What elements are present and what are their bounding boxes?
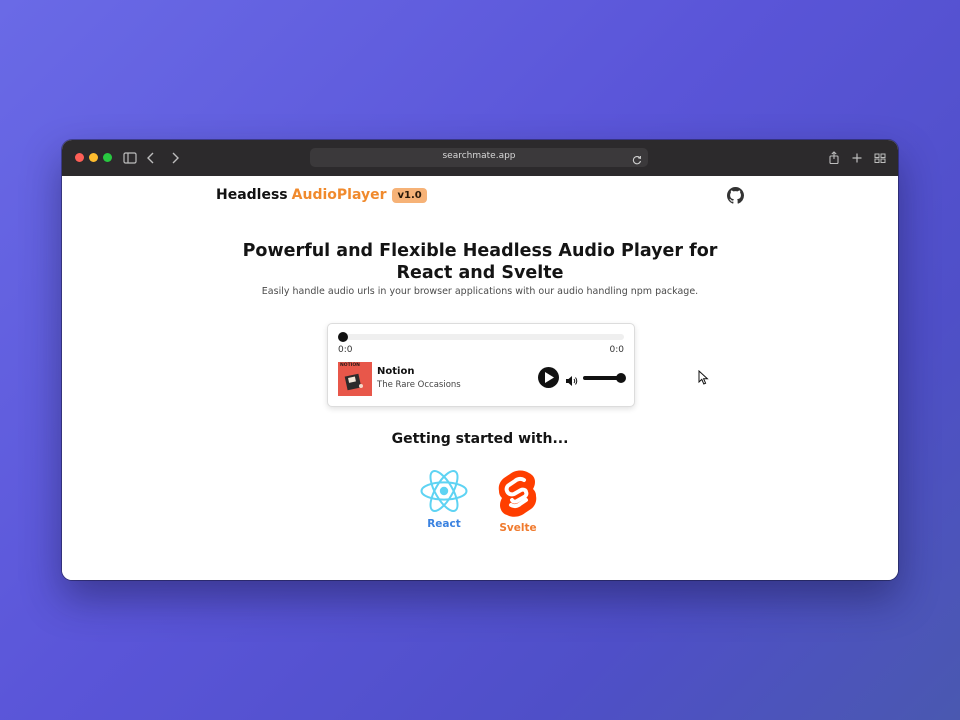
progress-knob[interactable]	[338, 332, 348, 342]
next-section-heading-partial	[392, 573, 632, 580]
share-icon[interactable]	[825, 149, 843, 167]
back-arrow-icon[interactable]	[142, 149, 160, 167]
volume-icon[interactable]	[565, 372, 578, 391]
page-content: Headless AudioPlayer v1.0 Powerful and F…	[62, 176, 898, 580]
close-window-button[interactable]	[75, 153, 84, 162]
forward-arrow-icon[interactable]	[166, 149, 184, 167]
cover-label: NOTION	[340, 363, 360, 368]
svelte-link[interactable]: Svelte	[478, 468, 558, 534]
mouse-cursor-icon	[698, 370, 709, 385]
play-icon	[545, 372, 554, 383]
cover-art-icon	[344, 373, 363, 391]
browser-titlebar: searchmate.app	[62, 140, 898, 177]
progress-track[interactable]	[339, 334, 624, 340]
react-link[interactable]: React	[404, 468, 484, 530]
logo-accent: AudioPlayer	[291, 187, 387, 203]
maximize-window-button[interactable]	[103, 153, 112, 162]
minimize-window-button[interactable]	[89, 153, 98, 162]
sidebar-toggle-icon[interactable]	[121, 149, 139, 167]
github-icon[interactable]	[727, 187, 744, 208]
album-cover: NOTION	[338, 362, 372, 396]
logo-prefix: Headless	[216, 187, 288, 203]
svelte-logo-icon	[498, 470, 537, 517]
react-label: React	[427, 518, 461, 530]
current-time: 0:0	[338, 345, 353, 355]
hero-subtitle: Easily handle audio urls in your browser…	[261, 286, 699, 297]
reload-icon[interactable]	[631, 151, 643, 170]
duration-time: 0:0	[609, 345, 624, 355]
address-bar[interactable]: searchmate.app	[310, 148, 648, 167]
audio-player: 0:0 0:0 NOTION Notion The Rare Occasions	[327, 323, 635, 407]
play-button[interactable]	[538, 367, 559, 388]
browser-window: searchmate.app Headless AudioPlayer v1.0…	[62, 140, 898, 580]
volume-slider-knob[interactable]	[616, 373, 626, 383]
site-logo[interactable]: Headless AudioPlayer v1.0	[216, 187, 427, 203]
tab-overview-icon[interactable]	[871, 149, 889, 167]
address-bar-url: searchmate.app	[442, 151, 516, 161]
hero-title: Powerful and Flexible Headless Audio Pla…	[242, 241, 718, 283]
new-tab-icon[interactable]	[848, 149, 866, 167]
svelte-label: Svelte	[499, 522, 537, 534]
song-title: Notion	[377, 366, 415, 377]
getting-started-title: Getting started with...	[391, 431, 569, 447]
version-badge: v1.0	[392, 187, 427, 203]
song-artist: The Rare Occasions	[377, 380, 461, 390]
react-logo-icon	[420, 470, 468, 512]
